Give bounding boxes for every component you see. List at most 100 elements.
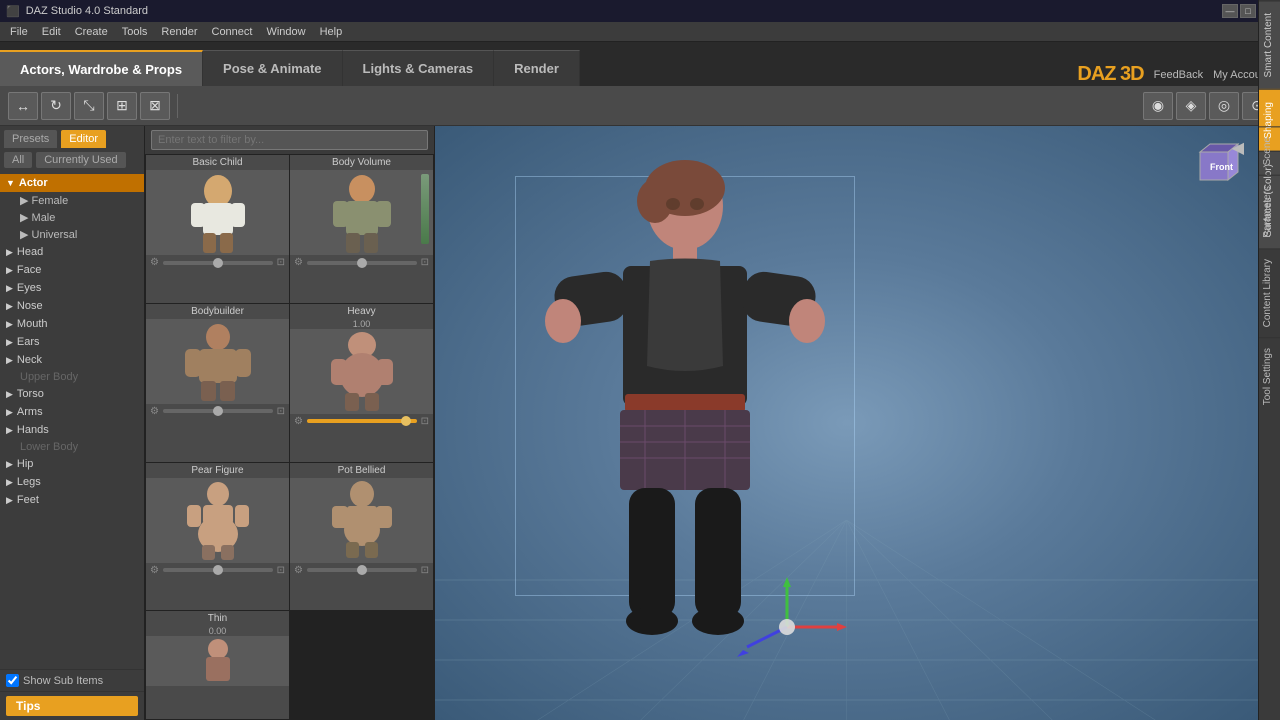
morph-pot-bellied[interactable]: Pot Bellied ⚙	[290, 463, 433, 611]
tool-settings-tab[interactable]: Tool Settings	[1259, 337, 1280, 415]
nav-tab-0[interactable]: Actors, Wardrobe & Props	[0, 50, 203, 86]
tree-mouth[interactable]: ▶ Mouth	[0, 315, 144, 333]
toolbar-scale[interactable]: ⤡	[74, 92, 104, 120]
titlebar: ⬛ DAZ Studio 4.0 Standard — □ ✕	[0, 0, 1280, 22]
toolbar-rotate[interactable]: ↻	[41, 92, 71, 120]
tree-head[interactable]: ▶ Head	[0, 243, 144, 261]
tree-universal[interactable]: ▶ Universal	[0, 226, 144, 243]
morph-bodybuilder-controls: ⚙ ⊡	[146, 404, 289, 419]
tree-face[interactable]: ▶ Face	[0, 261, 144, 279]
tree-neck[interactable]: ▶ Neck	[0, 351, 144, 369]
morph-settings-icon[interactable]: ⚙	[150, 257, 159, 268]
morph-heavy-settings-icon[interactable]: ⚙	[294, 416, 303, 427]
morph-bodybuilder-image	[146, 319, 289, 404]
tree-actor[interactable]: ▼ Actor	[0, 174, 144, 192]
neck-label: Neck	[17, 354, 42, 366]
menu-window[interactable]: Window	[260, 25, 311, 39]
menu-create[interactable]: Create	[69, 25, 114, 39]
tree-ears[interactable]: ▶ Ears	[0, 333, 144, 351]
morph-pear-figure[interactable]: Pear Figure ⚙	[146, 463, 289, 611]
tree-legs[interactable]: ▶ Legs	[0, 473, 144, 491]
morph-heavy[interactable]: Heavy 1.00 ⚙	[290, 304, 433, 462]
morph-thin[interactable]: Thin 0.00	[146, 611, 289, 719]
toolbar-render-preview[interactable]: ◉	[1143, 92, 1173, 120]
content-library-tab[interactable]: Content Library	[1259, 248, 1280, 337]
tips-area: Tips	[0, 691, 144, 720]
menu-tools[interactable]: Tools	[116, 25, 154, 39]
show-sub-checkbox[interactable]	[6, 674, 19, 687]
morph-heavy-slider[interactable]	[307, 419, 417, 423]
menu-connect[interactable]: Connect	[206, 25, 259, 39]
actor-label: Actor	[19, 177, 48, 189]
morph-bb-lock-icon[interactable]: ⊡	[277, 406, 285, 417]
tree-torso[interactable]: ▶ Torso	[0, 385, 144, 403]
editor-tab[interactable]: Editor	[61, 130, 106, 148]
legs-arrow: ▶	[6, 477, 13, 488]
nav-tab-1[interactable]: Pose & Animate	[203, 50, 343, 86]
morph-pb-lock-icon[interactable]: ⊡	[421, 565, 429, 576]
menu-edit[interactable]: Edit	[36, 25, 67, 39]
minimize-button[interactable]: —	[1222, 4, 1238, 18]
titlebar-left: ⬛ DAZ Studio 4.0 Standard	[6, 5, 148, 18]
scene-panel-tab[interactable]: Scene	[1259, 126, 1280, 175]
viewport: Front ◀	[435, 126, 1258, 720]
male-arrow: ▶	[20, 212, 28, 224]
main: Presets Editor All Currently Used ▼ Acto…	[0, 126, 1280, 720]
tree-male[interactable]: ▶ Male	[0, 209, 144, 226]
nav-tab-3[interactable]: Render	[494, 50, 580, 86]
daz-logo: DAZ 3D	[1077, 63, 1143, 86]
morph-heavy-lock-icon[interactable]: ⊡	[421, 416, 429, 427]
morph-lock-icon[interactable]: ⊡	[277, 257, 285, 268]
morph-basic-child-slider[interactable]	[163, 261, 273, 265]
morph-body-volume[interactable]: Body Volume ⚙	[290, 155, 433, 303]
menu-help[interactable]: Help	[314, 25, 349, 39]
tree-hip[interactable]: ▶ Hip	[0, 455, 144, 473]
left-panel: Presets Editor All Currently Used ▼ Acto…	[0, 126, 145, 720]
toolbar-light[interactable]: ◎	[1209, 92, 1239, 120]
morph-bodybuilder[interactable]: Bodybuilder ⚙ ⊡	[146, 304, 289, 462]
morph-pear-lock-icon[interactable]: ⊡	[277, 565, 285, 576]
parameters-panel-tab[interactable]: Parameters	[1259, 175, 1280, 248]
morph-basic-child[interactable]: Basic Child ⚙ ⊡	[146, 155, 289, 303]
menu-render[interactable]: Render	[155, 25, 203, 39]
maximize-button[interactable]: □	[1240, 4, 1256, 18]
morph-pb-settings-icon[interactable]: ⚙	[294, 565, 303, 576]
morph-pear-figure-slider[interactable]	[163, 568, 273, 572]
currently-used-filter[interactable]: Currently Used	[36, 152, 125, 168]
morph-pot-bellied-slider[interactable]	[307, 568, 417, 572]
mouth-arrow: ▶	[6, 319, 13, 330]
morph-body-volume-slider[interactable]	[307, 261, 417, 265]
morph-thin-image	[146, 636, 289, 686]
morph-body-lock-icon[interactable]: ⊡	[421, 257, 429, 268]
tree-nose[interactable]: ▶ Nose	[0, 297, 144, 315]
toolbar-translate[interactable]: ↔	[8, 92, 38, 120]
all-filter[interactable]: All	[4, 152, 32, 168]
morph-body-volume-image	[290, 170, 433, 255]
menu-file[interactable]: File	[4, 25, 34, 39]
morph-pot-bellied-image	[290, 478, 433, 563]
morph-basic-child-controls: ⚙ ⊡	[146, 255, 289, 270]
tree-hands[interactable]: ▶ Hands	[0, 421, 144, 439]
morph-body-settings-icon[interactable]: ⚙	[294, 257, 303, 268]
tree-eyes[interactable]: ▶ Eyes	[0, 279, 144, 297]
morph-bodybuilder-slider[interactable]	[163, 409, 273, 413]
scene-collapse-icon[interactable]: ◀	[1232, 138, 1244, 158]
tips-button[interactable]: Tips	[6, 696, 138, 716]
presets-tab[interactable]: Presets	[4, 130, 57, 148]
morph-thin-value: 0.00	[205, 626, 231, 636]
morph-grid: Basic Child ⚙ ⊡	[145, 154, 434, 720]
toolbar-group[interactable]: ⊠	[140, 92, 170, 120]
search-input[interactable]	[151, 130, 428, 150]
show-sub-items[interactable]: Show Sub Items	[6, 674, 103, 687]
tree-female[interactable]: ▶ Female	[0, 192, 144, 209]
morph-pear-figure-image	[146, 478, 289, 563]
toolbar-camera[interactable]: ◈	[1176, 92, 1206, 120]
nav-link-feedback[interactable]: FeedBack	[1154, 69, 1204, 81]
nav-tab-2[interactable]: Lights & Cameras	[343, 50, 495, 86]
morph-bb-settings-icon[interactable]: ⚙	[150, 406, 159, 417]
legs-label: Legs	[17, 476, 41, 488]
toolbar-select[interactable]: ⊞	[107, 92, 137, 120]
morph-pear-settings-icon[interactable]: ⚙	[150, 565, 159, 576]
tree-arms[interactable]: ▶ Arms	[0, 403, 144, 421]
tree-feet[interactable]: ▶ Feet	[0, 491, 144, 509]
